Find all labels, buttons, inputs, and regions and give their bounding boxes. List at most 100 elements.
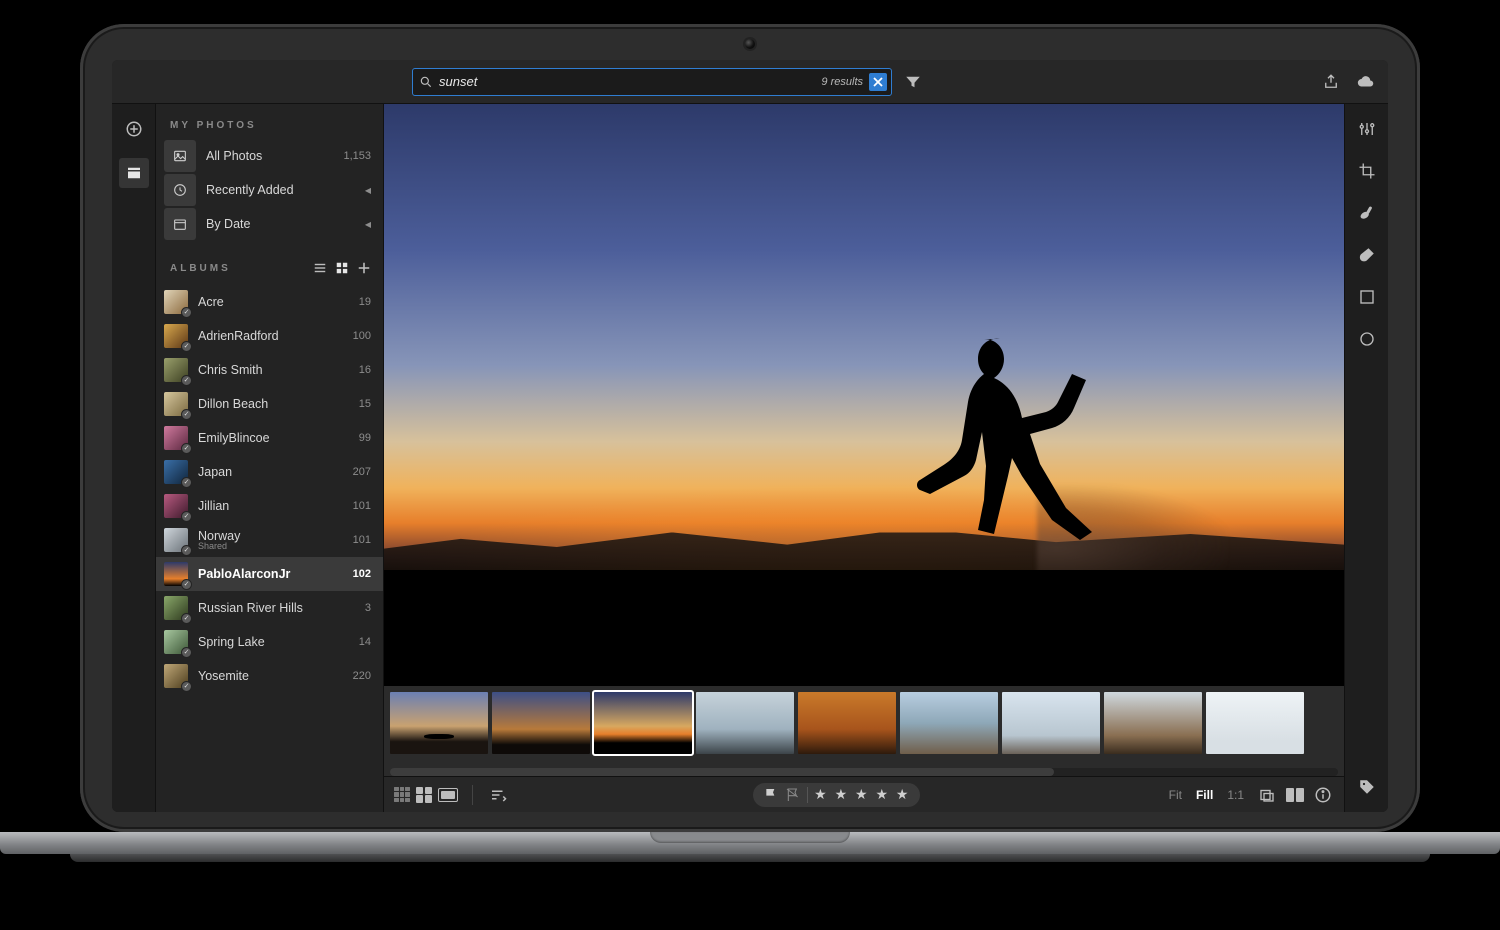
my-photos-panel-button[interactable]: [119, 158, 149, 188]
sync-badge-icon: [181, 647, 192, 658]
nav-count: 1,153: [343, 150, 371, 162]
healing-brush-button[interactable]: [1354, 200, 1380, 226]
album-item[interactable]: AdrienRadford100: [156, 319, 383, 353]
album-item[interactable]: EmilyBlincoe99: [156, 421, 383, 455]
albums-heading: ALBUMS: [170, 263, 307, 274]
sidebar: MY PHOTOS All Photos 1,153 Recently Adde…: [156, 104, 384, 812]
album-label: Russian River Hills: [198, 601, 355, 615]
cloud-sync-button[interactable]: [1352, 69, 1378, 95]
show-original-button[interactable]: [1256, 784, 1278, 806]
albums-grid-view-button[interactable]: [333, 259, 351, 277]
edit-sliders-button[interactable]: [1354, 116, 1380, 142]
share-button[interactable]: [1318, 69, 1344, 95]
add-album-button[interactable]: [355, 259, 373, 277]
filmstrip-thumbnail[interactable]: [696, 692, 794, 754]
keywords-button[interactable]: [1354, 774, 1380, 800]
album-item[interactable]: Acre19: [156, 285, 383, 319]
crop-button[interactable]: [1354, 158, 1380, 184]
album-item[interactable]: Yosemite220: [156, 659, 383, 693]
nav-label: All Photos: [206, 149, 333, 163]
top-bar: 9 results: [112, 60, 1388, 104]
zoom-1to1-button[interactable]: 1:1: [1223, 788, 1248, 802]
compare-view-button[interactable]: [1286, 788, 1304, 802]
albums-header: ALBUMS: [156, 241, 383, 285]
filmstrip-thumbnail[interactable]: [390, 692, 488, 754]
sync-badge-icon: [181, 477, 192, 488]
flag-rating-pill: ★ ★ ★ ★ ★: [753, 783, 920, 807]
view-grid-large-button[interactable]: [416, 787, 432, 803]
filmstrip-thumbnail[interactable]: [1002, 692, 1100, 754]
album-list: Acre19AdrienRadford100Chris Smith16Dillo…: [156, 285, 383, 693]
album-thumbnail: [164, 494, 188, 518]
right-rail: [1344, 104, 1388, 812]
view-grid-small-button[interactable]: [394, 787, 410, 803]
scrollbar-thumb[interactable]: [390, 768, 1054, 776]
album-count: 14: [359, 636, 371, 648]
sync-badge-icon: [181, 375, 192, 386]
album-item[interactable]: Jillian101: [156, 489, 383, 523]
laptop-base: [0, 832, 1500, 864]
filmstrip-thumbnail[interactable]: [900, 692, 998, 754]
filmstrip-thumbnail[interactable]: [798, 692, 896, 754]
sort-button[interactable]: [487, 784, 509, 806]
chevron-left-icon: ◀: [365, 186, 371, 195]
zoom-fill-button[interactable]: Fill: [1192, 788, 1217, 802]
view-single-button[interactable]: [438, 788, 458, 802]
album-label: Dillon Beach: [198, 397, 349, 411]
album-thumbnail: [164, 664, 188, 688]
radial-gradient-button[interactable]: [1354, 326, 1380, 352]
nav-all-photos[interactable]: All Photos 1,153: [156, 139, 383, 173]
album-item[interactable]: Spring Lake14: [156, 625, 383, 659]
album-label: Jillian: [198, 499, 343, 513]
album-item[interactable]: PabloAlarconJr 102: [156, 557, 383, 591]
sync-badge-icon: [181, 443, 192, 454]
brush-button[interactable]: [1354, 242, 1380, 268]
zoom-fit-button[interactable]: Fit: [1165, 788, 1186, 802]
sync-badge-icon: [181, 545, 192, 556]
star-rating[interactable]: ★ ★ ★ ★ ★: [814, 786, 910, 803]
laptop-frame: 9 results: [80, 24, 1420, 832]
album-count: 102: [353, 568, 371, 580]
album-count: 15: [359, 398, 371, 410]
filmstrip-scrollbar[interactable]: [390, 768, 1338, 776]
search-input[interactable]: [439, 74, 815, 89]
album-item[interactable]: Dillon Beach 15: [156, 387, 383, 421]
album-thumbnail: [164, 460, 188, 484]
sync-badge-icon: [181, 681, 192, 692]
filmstrip-thumbnail[interactable]: [492, 692, 590, 754]
photo-viewer[interactable]: [384, 104, 1344, 686]
add-photos-button[interactable]: [119, 114, 149, 144]
album-item[interactable]: Russian River Hills3: [156, 591, 383, 625]
album-thumbnail: [164, 358, 188, 382]
flag-pick-icon[interactable]: [763, 787, 779, 803]
album-count: 99: [359, 432, 371, 444]
info-button[interactable]: [1312, 784, 1334, 806]
album-label: Chris Smith: [198, 363, 349, 377]
album-count: 220: [353, 670, 371, 682]
linear-gradient-button[interactable]: [1354, 284, 1380, 310]
album-count: 207: [353, 466, 371, 478]
album-thumbnail: [164, 596, 188, 620]
filter-button[interactable]: [900, 69, 926, 95]
flag-reject-icon[interactable]: [785, 787, 801, 803]
album-thumbnail: [164, 630, 188, 654]
photo-icon: [164, 140, 196, 172]
filmstrip-thumbnail[interactable]: [1104, 692, 1202, 754]
nav-recently-added[interactable]: Recently Added ◀: [156, 173, 383, 207]
my-photos-heading: MY PHOTOS: [156, 104, 383, 139]
calendar-icon: [164, 208, 196, 240]
filmstrip-thumbnail[interactable]: [594, 692, 692, 754]
album-item[interactable]: NorwayShared101: [156, 523, 383, 557]
album-label: PabloAlarconJr: [198, 567, 343, 581]
nav-by-date[interactable]: By Date ◀: [156, 207, 383, 241]
album-thumbnail: [164, 290, 188, 314]
search-icon: [419, 75, 433, 89]
album-item[interactable]: Japan207: [156, 455, 383, 489]
left-rail: [112, 104, 156, 812]
filmstrip-thumbnail[interactable]: [1206, 692, 1304, 754]
app-window: 9 results: [112, 60, 1388, 812]
album-item[interactable]: Chris Smith16: [156, 353, 383, 387]
clear-search-button[interactable]: [869, 73, 887, 91]
search-field[interactable]: 9 results: [412, 68, 892, 96]
albums-list-view-button[interactable]: [311, 259, 329, 277]
